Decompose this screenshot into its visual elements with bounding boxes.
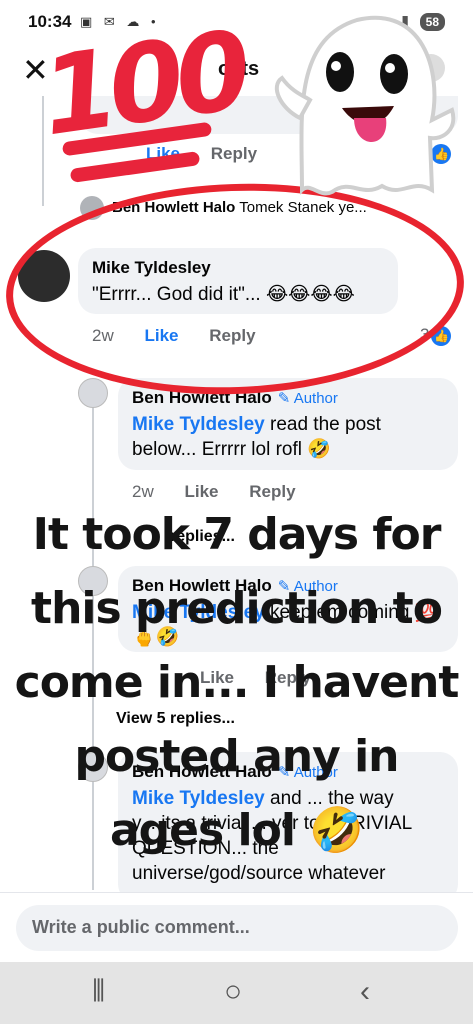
overlay-line: posted any in [74, 731, 399, 782]
hundred-underline [69, 151, 201, 183]
overlay-line: ages lol 🤣 [109, 805, 364, 856]
overlay-line: come in... I havent [14, 657, 460, 708]
overlay-caption: It took 7 days for this prediction to co… [0, 498, 473, 868]
avatar[interactable] [78, 378, 108, 408]
red-circle-annotation [2, 176, 468, 402]
ghost-sticker-icon [274, 15, 456, 196]
reply-bubble: Ben Howlett Halo ✎ Author Mike Tyldesley … [118, 378, 458, 470]
home-icon[interactable]: ○ [224, 974, 242, 1010]
author-badge: ✎ Author [277, 390, 338, 407]
back-icon[interactable]: ‹ [360, 974, 370, 1010]
recent-apps-icon[interactable]: ⦀ [92, 974, 105, 1010]
comment-input[interactable]: Write a public comment... [16, 905, 458, 951]
mention-link[interactable]: Mike Tyldesley [132, 414, 265, 435]
overlay-line: It took 7 days for [32, 509, 442, 560]
comment-composer: Write a public comment... [0, 892, 473, 962]
reply-button[interactable]: Reply [211, 144, 257, 163]
system-nav-bar: ⦀ ○ ‹ [0, 962, 473, 1024]
thread-line [42, 96, 44, 206]
overlay-line: this prediction to [31, 583, 443, 634]
status-time: 10:34 [28, 12, 72, 31]
